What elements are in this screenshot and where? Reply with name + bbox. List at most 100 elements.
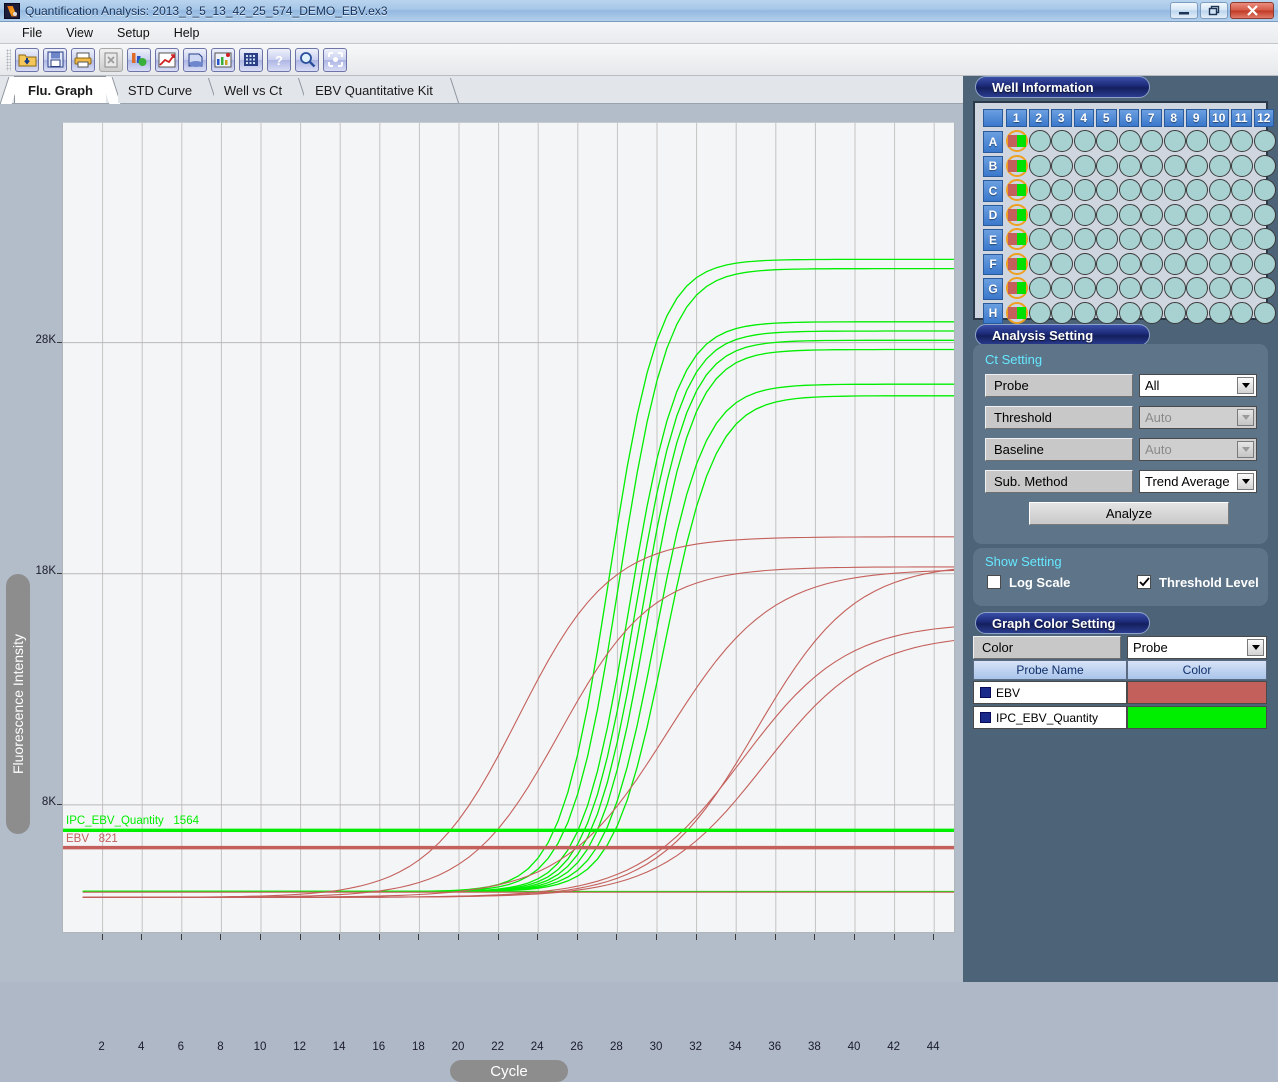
color-mode-select[interactable]: Probe: [1127, 636, 1267, 659]
well-F5[interactable]: [1096, 252, 1118, 275]
well-A2[interactable]: [1028, 130, 1051, 152]
tab-std-curve[interactable]: STD Curve: [118, 78, 218, 103]
well-column-header-11[interactable]: 11: [1231, 109, 1252, 127]
well-row-header-D[interactable]: D: [983, 204, 1003, 226]
well-F4[interactable]: [1073, 252, 1096, 275]
well-F8[interactable]: [1163, 252, 1186, 275]
well-G2[interactable]: [1028, 277, 1051, 299]
well-B1[interactable]: [1006, 154, 1028, 177]
well-E6[interactable]: [1118, 228, 1141, 250]
well-A6[interactable]: [1118, 130, 1141, 152]
well-A4[interactable]: [1073, 130, 1096, 152]
well-C7[interactable]: [1141, 179, 1163, 201]
well-C9[interactable]: [1186, 179, 1208, 201]
well-column-header-4[interactable]: 4: [1073, 109, 1094, 127]
well-H8[interactable]: [1163, 301, 1186, 324]
well-F10[interactable]: [1208, 252, 1231, 275]
report-icon[interactable]: [183, 47, 207, 72]
well-F2[interactable]: [1028, 252, 1051, 275]
well-E1[interactable]: [1006, 228, 1028, 250]
well-C3[interactable]: [1051, 179, 1073, 201]
well-H12[interactable]: [1253, 301, 1276, 324]
log-scale-checkbox[interactable]: [987, 575, 1001, 589]
well-A1[interactable]: [1006, 130, 1028, 152]
zoom-icon[interactable]: [295, 47, 319, 72]
well-D6[interactable]: [1118, 203, 1141, 226]
well-D12[interactable]: [1253, 203, 1276, 226]
well-D10[interactable]: [1208, 203, 1231, 226]
well-D8[interactable]: [1163, 203, 1186, 226]
save-icon[interactable]: [43, 47, 67, 72]
plate-grid-icon[interactable]: [239, 47, 263, 72]
well-row-header-B[interactable]: B: [983, 155, 1003, 177]
probe-row-ebv[interactable]: EBV: [973, 681, 1127, 704]
well-column-header-3[interactable]: 3: [1051, 109, 1072, 127]
well-H3[interactable]: [1051, 301, 1073, 324]
well-F9[interactable]: [1186, 252, 1208, 275]
well-B3[interactable]: [1051, 154, 1073, 177]
well-row-header-H[interactable]: H: [983, 302, 1003, 324]
analyze-button[interactable]: Analyze: [1029, 502, 1229, 525]
well-E5[interactable]: [1096, 228, 1118, 250]
tab-ebv-quantitative-kit[interactable]: EBV Quantitative Kit: [304, 78, 460, 103]
well-E11[interactable]: [1231, 228, 1253, 250]
well-G12[interactable]: [1253, 277, 1276, 299]
well-D3[interactable]: [1051, 203, 1073, 226]
well-H10[interactable]: [1208, 301, 1231, 324]
probe-checkbox-icon[interactable]: [980, 687, 991, 698]
well-A10[interactable]: [1208, 130, 1231, 152]
well-column-header-7[interactable]: 7: [1141, 109, 1162, 127]
well-E7[interactable]: [1141, 228, 1163, 250]
well-C6[interactable]: [1118, 179, 1141, 201]
well-column-header-12[interactable]: 12: [1253, 109, 1274, 127]
well-H11[interactable]: [1231, 301, 1253, 324]
well-G9[interactable]: [1186, 277, 1208, 299]
well-C11[interactable]: [1231, 179, 1253, 201]
well-A9[interactable]: [1186, 130, 1208, 152]
well-C8[interactable]: [1163, 179, 1186, 201]
menu-item-help[interactable]: Help: [162, 24, 212, 42]
well-H1[interactable]: [1006, 301, 1028, 324]
tab-flu-graph[interactable]: Flu. Graph: [0, 76, 122, 104]
well-column-header-10[interactable]: 10: [1208, 109, 1229, 127]
well-D7[interactable]: [1141, 203, 1163, 226]
minimize-button[interactable]: [1170, 2, 1198, 19]
well-B12[interactable]: [1253, 154, 1276, 177]
well-E2[interactable]: [1028, 228, 1051, 250]
well-F12[interactable]: [1253, 252, 1276, 275]
well-row-header-E[interactable]: E: [983, 229, 1003, 251]
well-G7[interactable]: [1141, 277, 1163, 299]
well-D9[interactable]: [1186, 203, 1208, 226]
fit-screen-icon[interactable]: [323, 47, 347, 72]
well-H7[interactable]: [1141, 301, 1163, 324]
menu-item-file[interactable]: File: [10, 24, 54, 42]
well-B6[interactable]: [1118, 154, 1141, 177]
well-A8[interactable]: [1163, 130, 1186, 152]
well-A5[interactable]: [1096, 130, 1118, 152]
probe-select[interactable]: All: [1139, 374, 1257, 397]
well-D1[interactable]: [1006, 203, 1028, 226]
well-row-header-A[interactable]: A: [983, 131, 1003, 153]
well-column-header-1[interactable]: 1: [1006, 109, 1027, 127]
well-B7[interactable]: [1141, 154, 1163, 177]
melt-curve-icon[interactable]: [211, 47, 235, 72]
tab-well-vs-ct[interactable]: Well vs Ct: [214, 78, 308, 103]
well-D5[interactable]: [1096, 203, 1118, 226]
well-C5[interactable]: [1096, 179, 1118, 201]
menu-item-setup[interactable]: Setup: [105, 24, 162, 42]
well-B5[interactable]: [1096, 154, 1118, 177]
sub-method-select[interactable]: Trend Average: [1139, 470, 1257, 493]
well-E3[interactable]: [1051, 228, 1073, 250]
probe-row-ipc-ebv-quantity[interactable]: IPC_EBV_Quantity: [973, 706, 1127, 729]
well-G5[interactable]: [1096, 277, 1118, 299]
well-G4[interactable]: [1073, 277, 1096, 299]
well-A7[interactable]: [1141, 130, 1163, 152]
well-B10[interactable]: [1208, 154, 1231, 177]
threshold-level-checkbox[interactable]: [1137, 575, 1151, 589]
well-G8[interactable]: [1163, 277, 1186, 299]
well-B4[interactable]: [1073, 154, 1096, 177]
chevron-down-icon[interactable]: [1247, 639, 1264, 656]
probe-color-swatch-ipc[interactable]: [1127, 706, 1267, 729]
well-column-header-8[interactable]: 8: [1163, 109, 1184, 127]
well-column-header-9[interactable]: 9: [1186, 109, 1207, 127]
